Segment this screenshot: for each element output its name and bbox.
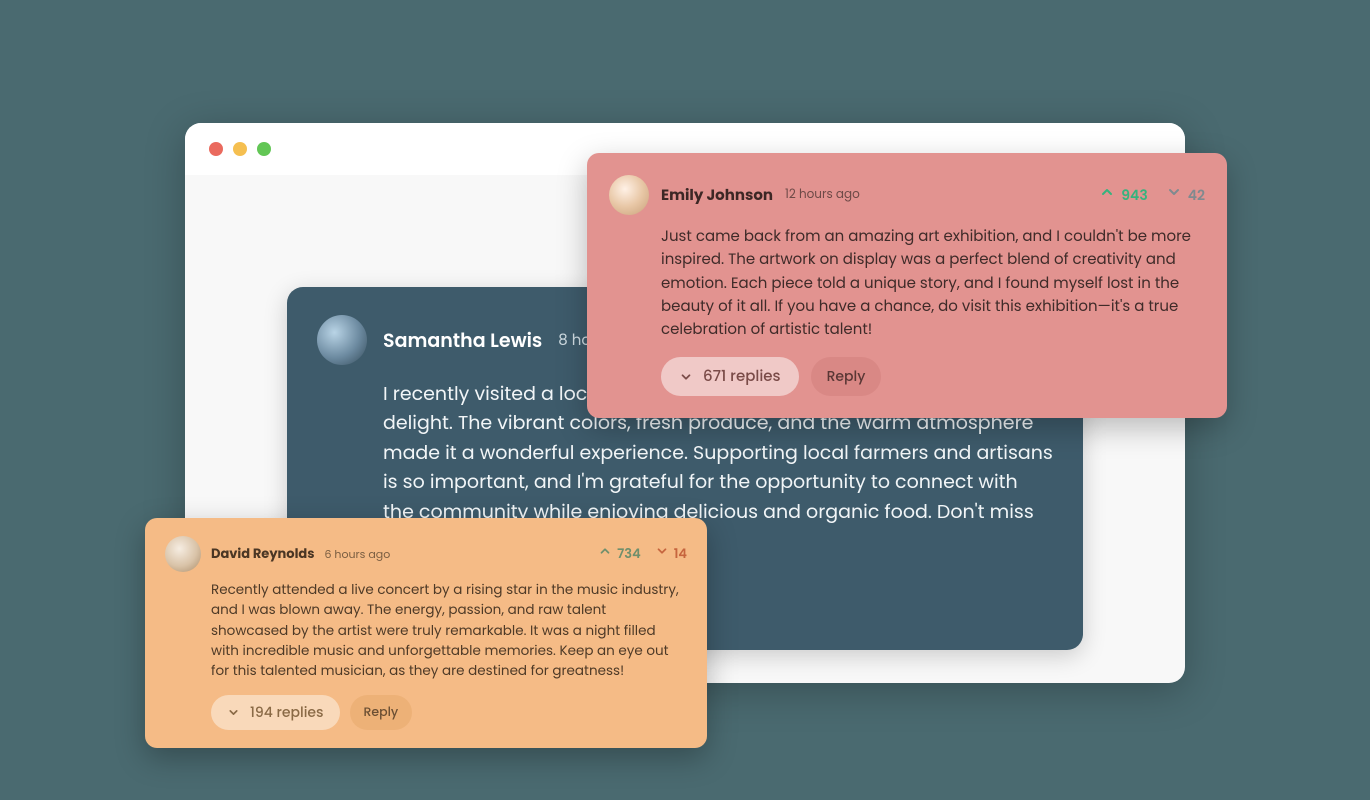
comment-timestamp: 6 hours ago	[325, 546, 391, 563]
chevron-up-icon	[598, 544, 612, 564]
chevron-down-icon	[655, 544, 669, 564]
vote-controls: 943 42	[1099, 184, 1205, 206]
comment-body: Recently attended a live concert by a ri…	[211, 580, 687, 681]
replies-count-label: 671 replies	[703, 365, 781, 388]
downvote-button[interactable]: 42	[1166, 184, 1205, 206]
reply-label: Reply	[364, 704, 399, 722]
replies-count-label: 194 replies	[250, 702, 324, 723]
comment-actions: 671 replies Reply	[661, 357, 1205, 396]
minimize-icon[interactable]	[233, 142, 247, 156]
upvote-button[interactable]: 943	[1099, 184, 1147, 206]
avatar[interactable]	[317, 315, 367, 365]
comment-header: David Reynolds 6 hours ago 734 14	[165, 536, 687, 572]
downvote-button[interactable]: 14	[655, 544, 687, 564]
comment-actions: 194 replies Reply	[211, 695, 687, 730]
view-replies-button[interactable]: 194 replies	[211, 695, 340, 730]
comment-author[interactable]: Emily Johnson	[661, 184, 773, 207]
reply-label: Reply	[827, 366, 866, 387]
comment-card-pink: Emily Johnson 12 hours ago 943 42 Just c…	[587, 153, 1227, 418]
comment-header: Emily Johnson 12 hours ago 943 42	[609, 175, 1205, 215]
upvote-count: 734	[617, 544, 641, 564]
reply-button[interactable]: Reply	[811, 357, 882, 396]
chevron-down-icon	[227, 706, 240, 719]
vote-controls: 734 14	[598, 544, 687, 564]
comment-author[interactable]: David Reynolds	[211, 544, 315, 564]
chevron-down-icon	[679, 370, 693, 384]
comment-card-orange: David Reynolds 6 hours ago 734 14 Recent…	[145, 518, 707, 748]
downvote-count: 42	[1188, 185, 1205, 206]
view-replies-button[interactable]: 671 replies	[661, 357, 799, 396]
chevron-down-icon	[1166, 184, 1182, 206]
upvote-button[interactable]: 734	[598, 544, 641, 564]
reply-button[interactable]: Reply	[350, 695, 413, 730]
downvote-count: 14	[674, 544, 687, 564]
avatar[interactable]	[609, 175, 649, 215]
zoom-icon[interactable]	[257, 142, 271, 156]
comment-body: Just came back from an amazing art exhib…	[661, 225, 1205, 341]
upvote-count: 943	[1121, 185, 1147, 206]
close-icon[interactable]	[209, 142, 223, 156]
chevron-up-icon	[1099, 184, 1115, 206]
comment-timestamp: 12 hours ago	[785, 186, 860, 204]
avatar[interactable]	[165, 536, 201, 572]
comment-author[interactable]: Samantha Lewis	[383, 326, 542, 355]
